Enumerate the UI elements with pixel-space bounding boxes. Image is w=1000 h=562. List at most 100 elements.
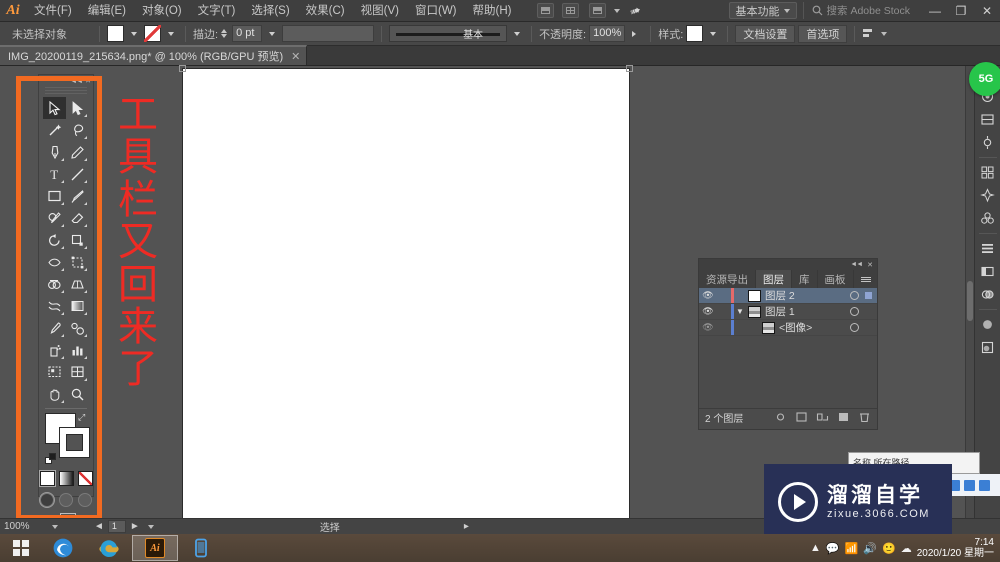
create-new-layer-icon[interactable] [837,411,850,423]
draw-behind-button[interactable] [59,493,73,507]
collapse-icon[interactable]: ◄◄ [70,78,83,85]
layer-row-2[interactable]: 👁 ▼ 图层 1 [699,304,877,320]
curvature-tool[interactable] [66,141,89,163]
layers-panel[interactable]: ◄◄ ✕ 资源导出 图层 库 画板 👁 图层 2 👁 ▼ 图层 1 👁 <图像>… [698,258,878,430]
paintbrush-tool[interactable] [66,185,89,207]
fill-color-swatch[interactable] [107,25,124,42]
menu-window[interactable]: 窗口(W) [407,0,465,22]
transform-panel-icon[interactable] [977,260,999,283]
artboard-tool[interactable] [43,361,66,383]
sublayer-name[interactable]: <图像> [779,320,850,335]
target-indicator-icon[interactable] [850,307,859,316]
taskbar-internet-explorer[interactable] [86,535,132,561]
artboard-navigation-last[interactable]: ► [130,521,140,532]
stroke-swatch[interactable] [59,427,90,458]
target-indicator-icon[interactable] [850,291,859,300]
align-panel-icon[interactable] [977,237,999,260]
hand-tool[interactable] [43,383,66,405]
opacity-input[interactable]: 100% [589,25,626,42]
close-button[interactable]: ✕ [974,0,1000,22]
preferences-button[interactable]: 首选项 [798,24,848,43]
blend-tool[interactable] [66,317,89,339]
chevron-down-icon[interactable] [52,524,58,529]
tray-network-icon[interactable]: 📶 [845,542,859,555]
stroke-weight-input[interactable]: 0 pt [232,25,263,42]
artboard-number-input[interactable]: 1 [107,520,126,533]
rectangle-tool[interactable] [43,185,66,207]
properties-panel-icon[interactable] [977,131,999,154]
chevron-down-icon[interactable] [514,31,521,36]
swatches-panel-icon[interactable] [977,161,999,184]
selection-tool[interactable] [43,97,66,119]
tab-artboards[interactable]: 画板 [818,270,854,288]
layers-panel-header[interactable]: ◄◄ ✕ [699,259,877,270]
rocket-icon[interactable]: ➠ [628,1,644,20]
gradient-mode-button[interactable] [58,471,74,486]
stock-search-field[interactable]: 搜索 Adobe Stock [802,2,918,19]
status-bar-arrows[interactable]: ▸ [464,521,469,532]
variable-width-profile[interactable]: 基本 [389,25,508,42]
toolbar-icon[interactable] [964,479,975,491]
graphic-style-swatch[interactable] [686,25,704,42]
current-tool-label[interactable]: 选择 [320,519,340,534]
tray-smiley-icon[interactable]: 🙂 [882,542,896,555]
chevron-right-icon[interactable] [632,30,639,37]
taskbar-adobe-illustrator[interactable]: Ai [132,535,178,561]
visibility-toggle-icon[interactable]: 👁 [699,290,717,301]
brushes-panel-icon[interactable] [977,184,999,207]
rotate-tool[interactable] [43,229,66,251]
minimize-button[interactable]: — [922,0,948,22]
tab-libraries[interactable]: 库 [792,270,818,288]
menu-object[interactable]: 对象(O) [134,0,190,22]
width-tool[interactable] [43,251,66,273]
arrange-documents-dropdown[interactable] [585,3,621,18]
chevron-down-icon[interactable] [147,524,154,529]
type-tool[interactable]: T [43,163,66,185]
chevron-down-icon[interactable] [168,31,174,36]
magic-wand-tool[interactable] [43,119,66,141]
shape-builder-tool[interactable] [43,273,66,295]
align-dropdown[interactable] [862,27,888,40]
direct-selection-tool[interactable] [66,97,89,119]
symbol-sprayer-tool[interactable] [43,339,66,361]
swap-fill-stroke-icon[interactable]: ⤢ [78,413,88,423]
document-tab[interactable]: IMG_20200119_215634.png* @ 100% (RGB/GPU… [0,45,308,65]
graphic-styles-panel-icon[interactable] [977,336,999,359]
layer-name[interactable]: 图层 2 [765,288,850,303]
chevron-down-icon[interactable] [269,31,276,36]
canvas-vertical-scrollbar[interactable] [965,66,974,518]
menu-select[interactable]: 选择(S) [243,0,297,22]
stroke-weight-stepper[interactable] [221,29,228,38]
stroke-color-swatch[interactable] [144,25,161,42]
scrollbar-thumb[interactable] [967,281,973,321]
mesh-tool[interactable] [43,295,66,317]
document-layout-icon[interactable] [537,3,555,18]
eraser-tool[interactable] [66,207,89,229]
taskbar-phone-companion[interactable] [178,535,224,561]
none-mode-button[interactable] [77,471,93,486]
zoom-tool[interactable] [66,383,89,405]
menu-effect[interactable]: 效果(C) [298,0,353,22]
column-graph-tool[interactable] [66,339,89,361]
delete-layer-icon[interactable] [858,411,871,423]
clock[interactable]: 7:14 2020/1/20 星期一 [917,537,994,559]
symbols-panel-icon[interactable] [977,207,999,230]
line-segment-tool[interactable] [66,163,89,185]
pathfinder-panel-icon[interactable] [977,283,999,306]
create-new-sublayer-icon[interactable] [816,411,829,423]
visibility-toggle-icon[interactable]: 👁 [699,306,717,317]
scale-tool[interactable] [66,229,89,251]
document-setup-button[interactable]: 文档设置 [735,24,796,43]
slice-tool[interactable] [66,361,89,383]
tools-panel[interactable]: ◄◄ ✕ T ⤢ [38,74,94,530]
tab-asset-export[interactable]: 资源导出 [699,270,756,288]
notification-badge[interactable]: 5G [969,62,1000,96]
tray-cloud-icon[interactable]: ☁ [901,542,912,555]
artboard-navigation-first[interactable]: ◄ [94,521,104,532]
close-icon[interactable]: ✕ [291,50,300,63]
tray-up-icon[interactable]: ▲ [810,542,821,554]
layer-row-1[interactable]: 👁 图层 2 [699,288,877,304]
target-indicator-icon[interactable] [850,323,859,332]
tools-panel-header[interactable]: ◄◄ ✕ [39,75,93,87]
zoom-level-value[interactable]: 100% [4,521,44,532]
